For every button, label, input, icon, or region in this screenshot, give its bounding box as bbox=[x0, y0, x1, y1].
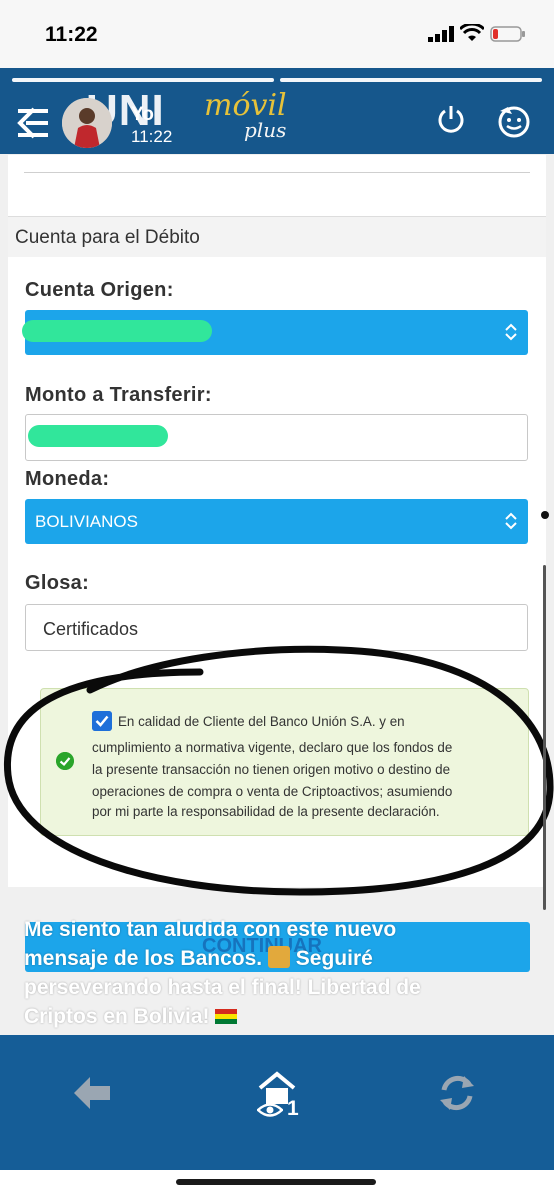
wifi-icon bbox=[460, 24, 484, 41]
bank-emoji-icon bbox=[267, 946, 290, 968]
user-menu-icon[interactable] bbox=[497, 105, 531, 139]
caption-text: Criptos en Bolivia! bbox=[24, 1005, 216, 1028]
story-caption: Me siento tan aludida con este nuevo men… bbox=[24, 915, 524, 1031]
eye-icon bbox=[257, 1103, 283, 1117]
back-arrow-icon[interactable] bbox=[72, 1075, 112, 1111]
avatar-person-icon bbox=[62, 98, 112, 148]
declaration-text: la presente transacción no tienen origen… bbox=[92, 762, 451, 777]
bottom-strip bbox=[0, 1170, 554, 1200]
glosa-input[interactable]: Certificados bbox=[25, 604, 528, 651]
story-progress-segment-2 bbox=[280, 78, 542, 82]
refresh-icon[interactable] bbox=[436, 1072, 478, 1114]
viewer-count: 1 bbox=[287, 1097, 299, 1120]
moneda-select[interactable]: BOLIVIANOS bbox=[25, 499, 528, 544]
caption-line: perseverando hasta el final! Libertad de bbox=[24, 976, 421, 999]
declaration-checkbox[interactable] bbox=[92, 711, 112, 731]
scroll-dot bbox=[541, 511, 549, 519]
home-indicator[interactable] bbox=[176, 1179, 376, 1185]
check-circle-icon bbox=[56, 752, 74, 770]
bolivia-flag-icon bbox=[215, 1009, 238, 1024]
caption-text: mensaje de los Bancos. bbox=[24, 947, 268, 970]
scrollbar[interactable] bbox=[543, 565, 546, 910]
divider bbox=[24, 172, 530, 173]
redaction-mark bbox=[22, 320, 212, 342]
story-time: 11:22 bbox=[131, 127, 173, 146]
power-icon[interactable] bbox=[436, 104, 466, 134]
status-time: 11:22 bbox=[45, 23, 98, 46]
avatar[interactable] bbox=[62, 98, 112, 148]
caption-line: mensaje de los Bancos. Seguiré bbox=[24, 944, 524, 973]
caption-line: Me siento tan aludida con este nuevo bbox=[24, 918, 397, 941]
cuenta-origen-label: Cuenta Origen: bbox=[25, 279, 174, 301]
caption-line: Criptos en Bolivia! bbox=[24, 1002, 524, 1031]
declaration-text: En calidad de Cliente del Banco Unión S.… bbox=[118, 714, 405, 729]
glosa-value: Certificados bbox=[43, 619, 139, 639]
battery-icon bbox=[490, 26, 525, 42]
moneda-label: Moneda: bbox=[25, 468, 110, 490]
declaration-text: operaciones de compra o venta de Criptoa… bbox=[92, 784, 453, 799]
redaction-mark bbox=[28, 425, 168, 447]
story-progress-segment-1 bbox=[12, 78, 274, 82]
monto-label: Monto a Transferir: bbox=[25, 384, 212, 406]
glosa-label: Glosa: bbox=[25, 572, 90, 594]
brand-plus: plus bbox=[244, 118, 287, 142]
moneda-value: BOLIVIANOS bbox=[35, 512, 138, 531]
back-arrow-icon[interactable] bbox=[12, 103, 54, 143]
declaration-text: cumplimiento a normativa vigente, declar… bbox=[92, 740, 453, 755]
chevron-updown-icon bbox=[505, 323, 517, 341]
chevron-updown-icon bbox=[505, 512, 517, 530]
signal-icon bbox=[428, 26, 454, 42]
caption-text: Seguiré bbox=[289, 947, 373, 970]
section-title: Cuenta para el Débito bbox=[15, 227, 200, 248]
status-bar: 11:22 bbox=[0, 0, 554, 68]
story-user: Yo bbox=[131, 104, 154, 125]
declaration-text: por mi parte la responsabilidad de la pr… bbox=[92, 804, 440, 819]
